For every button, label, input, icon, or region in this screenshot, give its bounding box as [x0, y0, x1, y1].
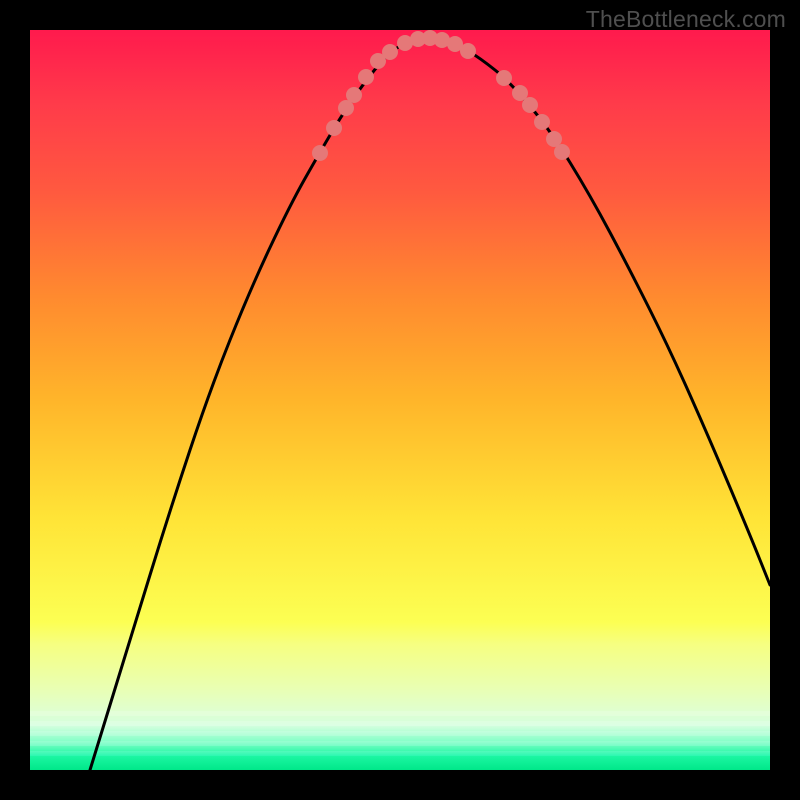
marker-dot: [326, 120, 342, 136]
watermark-text: TheBottleneck.com: [586, 6, 786, 33]
curve-path: [90, 39, 770, 770]
curve-svg: [30, 30, 770, 770]
marker-dot: [382, 44, 398, 60]
marker-dot: [358, 69, 374, 85]
marker-dot: [522, 97, 538, 113]
marker-dot: [534, 114, 550, 130]
marker-dot: [554, 144, 570, 160]
marker-dot: [460, 43, 476, 59]
chart-stage: TheBottleneck.com: [0, 0, 800, 800]
curve-line-group: [90, 39, 770, 770]
marker-dot: [496, 70, 512, 86]
markers-group: [312, 30, 570, 161]
plot-area: [30, 30, 770, 770]
marker-dot: [346, 87, 362, 103]
marker-dot: [312, 145, 328, 161]
